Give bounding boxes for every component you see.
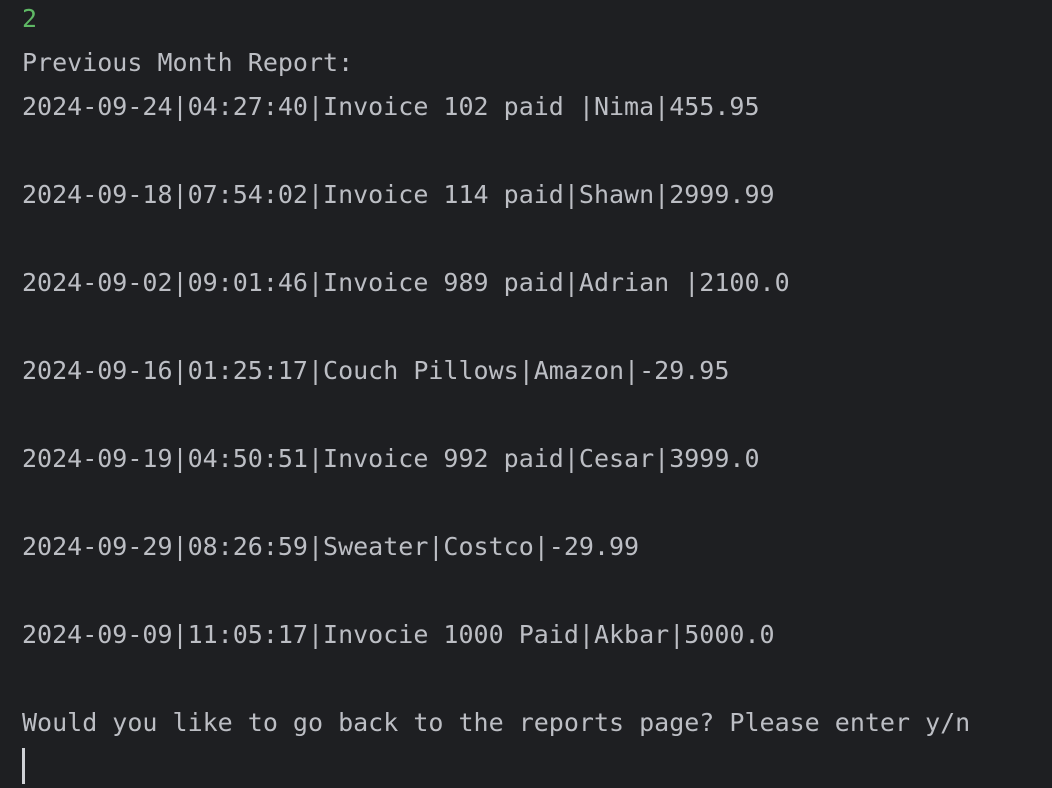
text-cursor[interactable] [22, 748, 25, 784]
report-entry: 2024-09-19|04:50:51|Invoice 992 paid|Ces… [22, 444, 760, 473]
report-entry: 2024-09-02|09:01:46|Invoice 989 paid|Adr… [22, 268, 790, 297]
report-entry: 2024-09-18|07:54:02|Invoice 114 paid|Sha… [22, 180, 775, 209]
report-entry: 2024-09-29|08:26:59|Sweater|Costco|-29.9… [22, 532, 640, 561]
report-entry: 2024-09-24|04:27:40|Invoice 102 paid |Ni… [22, 92, 760, 121]
prompt-text: Would you like to go back to the reports… [22, 708, 971, 737]
report-entry: 2024-09-09|11:05:17|Invocie 1000 Paid|Ak… [22, 620, 775, 649]
user-input-line: 2 [22, 4, 38, 33]
report-header: Previous Month Report: [22, 48, 354, 77]
console-output[interactable]: 2 Previous Month Report: 2024-09-24|04:2… [0, 0, 1052, 788]
report-entry: 2024-09-16|01:25:17|Couch Pillows|Amazon… [22, 356, 730, 385]
